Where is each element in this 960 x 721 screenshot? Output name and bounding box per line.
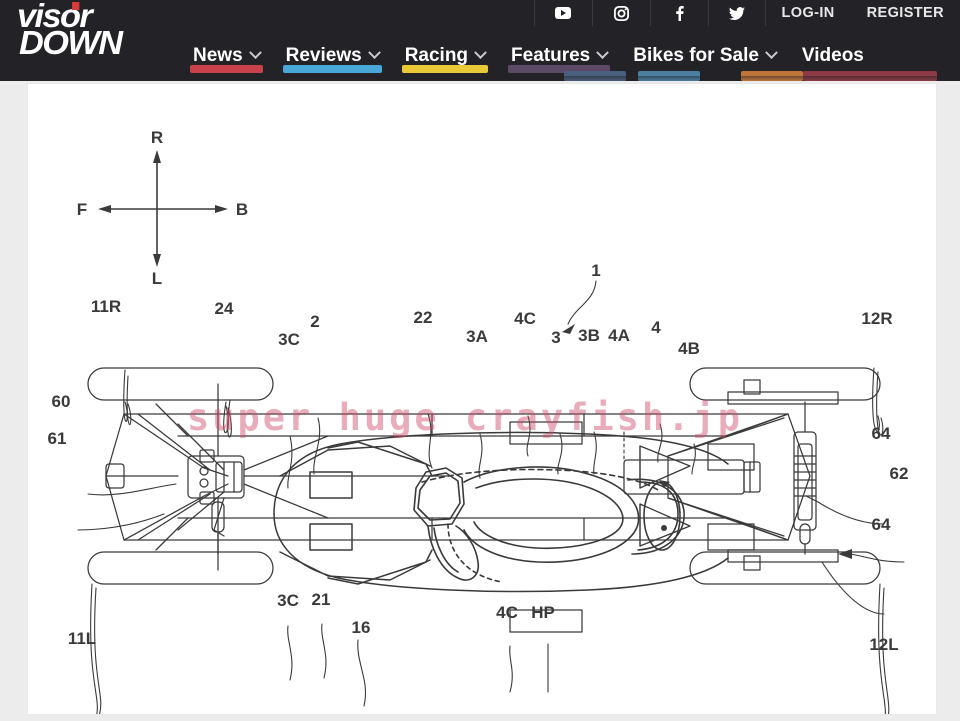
ref-label-16: 16 <box>352 618 371 637</box>
ref-label-61: 61 <box>48 429 67 448</box>
social-links <box>533 0 766 26</box>
login-link[interactable]: LOG-IN <box>766 5 851 21</box>
nav-underline <box>401 65 489 73</box>
wheel-12R <box>689 367 881 401</box>
wheel-11L <box>87 551 274 585</box>
compass-label-right: B <box>236 200 248 219</box>
ref-label-24: 24 <box>215 299 234 318</box>
ref-label-60: 60 <box>52 392 71 411</box>
utility-bar: LOG-IN REGISTER <box>180 0 960 26</box>
patent-figure: R L F B 1 11R 24 3C 2 22 3A 4C 3 3B 4A 4… <box>28 84 936 714</box>
ref-label-4C-top: 4C <box>514 309 536 328</box>
shock-absorber <box>793 401 817 555</box>
ref-label-3A: 3A <box>466 327 488 346</box>
nav-item-reviews[interactable]: Reviews <box>273 26 392 81</box>
ref-label-11R: 11R <box>91 297 121 316</box>
nav-label: Bikes for Sale <box>633 44 759 66</box>
ref-label-11L: 11L <box>68 629 96 648</box>
chevron-down-icon <box>367 46 381 60</box>
twitter-icon[interactable] <box>707 0 766 26</box>
chevron-down-icon <box>765 46 778 60</box>
main-navigation: News Reviews Racing Features Bikes for S… <box>180 26 960 81</box>
ref-label-4C-bottom: 4C <box>496 603 518 622</box>
ref-label-64-upper: 64 <box>872 424 891 443</box>
ref-label-22: 22 <box>414 308 433 327</box>
chevron-down-icon <box>474 46 487 60</box>
rear-suspension-right <box>623 379 839 571</box>
nav-underline <box>282 65 382 73</box>
nav-item-features[interactable]: Features <box>498 26 627 81</box>
orientation-compass <box>98 150 228 267</box>
ref-label-4B: 4B <box>678 339 700 358</box>
nav-item-videos[interactable]: Videos <box>789 26 937 81</box>
nav-item-racing[interactable]: Racing <box>392 26 498 81</box>
chevron-down-icon <box>596 46 610 60</box>
front-suspension-left <box>105 383 449 571</box>
logo-accent-tick <box>72 2 80 10</box>
ref-label-21: 21 <box>312 590 331 609</box>
nav-underline <box>190 65 263 73</box>
chevron-down-icon <box>248 46 262 60</box>
ref-label-12R: 12R <box>861 309 892 328</box>
wheel-11R <box>87 367 274 401</box>
site-logo[interactable]: visor DOWN <box>17 0 175 66</box>
panel-4B <box>707 443 755 471</box>
ref-label-12L: 12L <box>869 635 898 654</box>
register-link[interactable]: REGISTER <box>851 5 960 21</box>
ref-label-3C-top: 3C <box>278 330 300 349</box>
compass-label-up: R <box>151 128 163 147</box>
facebook-icon[interactable] <box>649 0 708 26</box>
nav-label: News <box>193 44 243 66</box>
site-header: visor DOWN LOG-IN REGISTER News Reviews … <box>0 0 960 81</box>
compass-label-down: L <box>152 269 162 288</box>
ref-label-2: 2 <box>310 312 319 331</box>
ref-label-4: 4 <box>651 318 661 337</box>
nav-label: Features <box>511 44 591 66</box>
ref-label-64-lower: 64 <box>872 515 891 534</box>
nav-item-bikes-for-sale[interactable]: Bikes for Sale <box>620 26 803 81</box>
ref-label-1: 1 <box>591 261 600 280</box>
nav-label: Videos <box>801 44 864 66</box>
ref-label-3: 3 <box>551 328 560 347</box>
panel-4B-lower <box>707 523 755 551</box>
nav-item-news[interactable]: News <box>180 26 273 81</box>
vehicle-body-outline <box>273 431 729 593</box>
instagram-icon[interactable] <box>591 0 650 26</box>
compass-label-left: F <box>77 200 87 219</box>
ref-label-4A: 4A <box>608 326 630 345</box>
ref-label-3B: 3B <box>578 326 600 345</box>
ref-label-62: 62 <box>890 464 909 483</box>
ref-label-3C-bottom: 3C <box>277 591 299 610</box>
rider-figure <box>413 466 685 583</box>
ref-label-HP: HP <box>531 603 555 622</box>
nav-label: Reviews <box>285 44 362 66</box>
youtube-icon[interactable] <box>533 0 592 26</box>
logo-line-2: DOWN <box>19 24 123 62</box>
nav-label: Racing <box>404 44 469 66</box>
